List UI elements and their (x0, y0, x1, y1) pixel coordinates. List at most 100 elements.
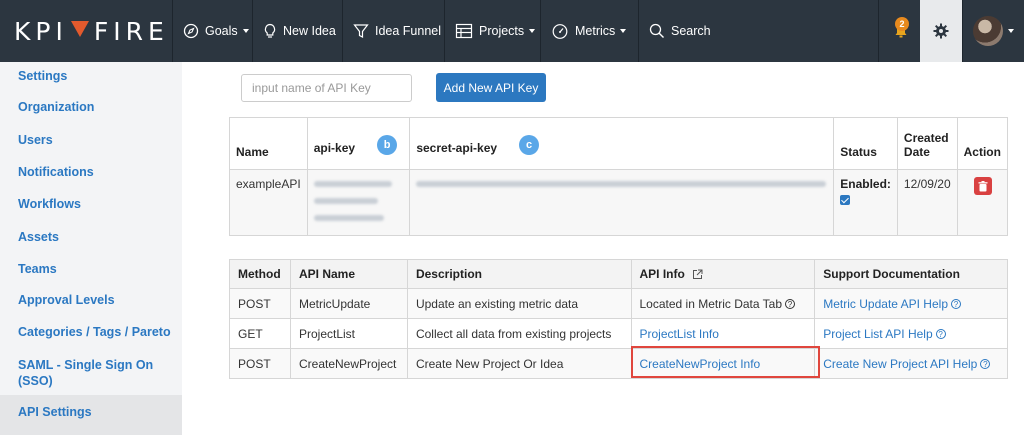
notification-count-badge: 2 (895, 17, 909, 31)
sidebar-item-api-settings[interactable]: API Settings (18, 404, 92, 420)
table-header-row: Method API Name Description API Info Sup… (229, 259, 1008, 289)
secret-key-value-blurred (409, 169, 835, 236)
nav-goals-label: Goals (205, 24, 238, 38)
method-cell: GET (229, 318, 291, 349)
api-name-cell: MetricUpdate (289, 288, 408, 319)
help-circle-icon[interactable]: ? (785, 299, 796, 310)
sidebar-item-saml-sso[interactable]: SAML - Single Sign On (SSO) (18, 357, 168, 389)
metric-update-help-link[interactable]: Metric Update API Help (823, 297, 948, 311)
search-icon (649, 23, 664, 38)
col-action: Action (956, 117, 1009, 170)
col-api-key: api-key b (306, 117, 411, 170)
project-list-help-link[interactable]: Project List API Help (823, 327, 932, 341)
description-cell: Collect all data from existing projects (406, 318, 632, 349)
table-row: POST MetricUpdate Update an existing met… (229, 288, 1008, 319)
sidebar-item-settings[interactable]: Settings (18, 68, 67, 84)
chevron-down-icon (529, 29, 536, 33)
kpifire-logo[interactable]: KPI FIRE (14, 14, 169, 48)
settings-button[interactable] (920, 0, 962, 62)
nav-goals[interactable]: Goals (172, 0, 252, 62)
nav-search-label: Search (671, 24, 711, 38)
col-api-info-label: API Info (639, 267, 685, 281)
api-name-cell: CreateNewProject (289, 348, 408, 379)
col-secret-api-key: secret-api-key c (409, 117, 835, 170)
col-api-key-label: api-key (313, 141, 356, 156)
compass-icon (183, 23, 199, 39)
description-cell: Create New Project Or Idea (406, 348, 632, 379)
created-date-cell: 12/09/20 (896, 169, 958, 236)
table-row: exampleAPI Enabled: 12/09/20 (229, 169, 1009, 236)
status-label: Enabled: (840, 177, 891, 191)
nav-metrics[interactable]: Metrics (540, 0, 638, 62)
chevron-down-icon (620, 29, 627, 33)
logo-text-left: KPI (14, 16, 68, 46)
api-key-value-blurred (306, 169, 411, 236)
create-new-project-help-link[interactable]: Create New Project API Help (823, 357, 977, 371)
delete-key-button[interactable] (973, 177, 992, 195)
api-name-cell: ProjectList (289, 318, 408, 349)
sidebar-item-categories[interactable]: Categories / Tags / Pareto (18, 324, 171, 340)
notifications-button[interactable]: 2 (878, 0, 920, 62)
avatar (973, 16, 1003, 46)
status-cell: Enabled: (833, 169, 898, 236)
api-keys-table: Name api-key b secret-api-key c Status Cre… (229, 117, 1009, 236)
logo-text-right: FIRE (93, 16, 169, 46)
gear-icon (933, 23, 949, 39)
enabled-checkbox[interactable] (840, 195, 851, 205)
sidebar-item-users[interactable]: Users (18, 132, 53, 148)
api-info-cell: ProjectList Info (630, 318, 816, 349)
sidebar-item-notifications[interactable]: Notifications (18, 164, 94, 180)
api-info-cell: Located in Metric Data Tab? (630, 288, 816, 319)
key-name-cell: exampleAPI (229, 169, 308, 236)
settings-sidebar: Settings Organization Users Notification… (0, 62, 182, 435)
logo-flame-icon (70, 21, 89, 37)
sidebar-item-teams[interactable]: Teams (18, 261, 57, 277)
docs-cell: Metric Update API Help? (814, 288, 1008, 319)
col-api-name: API Name (289, 259, 408, 289)
lightbulb-icon (264, 23, 276, 38)
nav-projects[interactable]: Projects (444, 0, 540, 62)
method-cell: POST (229, 348, 291, 379)
table-row: POST CreateNewProject Create New Project… (229, 348, 1008, 379)
user-menu[interactable] (962, 0, 1024, 62)
api-key-name-input[interactable] (241, 74, 412, 102)
highlight-box (631, 346, 820, 378)
funnel-icon (353, 24, 369, 38)
marker-b-badge: b (377, 135, 398, 155)
nav-idea-funnel[interactable]: Idea Funnel (342, 0, 444, 62)
sidebar-item-approval-levels[interactable]: Approval Levels (18, 292, 115, 308)
col-secret-label: secret-api-key (416, 141, 498, 156)
marker-c-badge: c (519, 135, 540, 155)
nav-search[interactable]: Search (638, 0, 878, 62)
projects-icon (455, 23, 473, 39)
docs-cell: Project List API Help? (814, 318, 1008, 349)
sidebar-item-organization[interactable]: Organization (18, 99, 94, 115)
trash-icon (978, 180, 988, 191)
nav-projects-label: Projects (479, 24, 525, 38)
col-support-documentation: Support Documentation (814, 259, 1008, 289)
help-circle-icon[interactable]: ? (951, 299, 961, 310)
help-circle-icon[interactable]: ? (980, 359, 991, 370)
chevron-down-icon (1008, 29, 1014, 33)
help-circle-icon[interactable]: ? (935, 329, 946, 340)
nav-new-idea[interactable]: New Idea (252, 0, 342, 62)
add-api-key-button[interactable]: Add New API Key (436, 73, 546, 102)
col-api-info: API Info (630, 259, 816, 289)
method-cell: POST (229, 288, 291, 319)
col-created-date: Created Date (896, 117, 958, 170)
projectlist-info-link[interactable]: ProjectList Info (640, 327, 719, 341)
sidebar-item-workflows[interactable]: Workflows (18, 196, 81, 212)
action-cell (956, 169, 1009, 236)
col-status: Status (833, 117, 898, 170)
docs-cell: Create New Project API Help? (814, 348, 1008, 379)
nav-metrics-label: Metrics (575, 24, 616, 38)
col-name: Name (229, 117, 308, 170)
description-cell: Update an existing metric data (406, 288, 632, 319)
api-methods-table: Method API Name Description API Info Sup… (229, 259, 1008, 379)
table-header-row: Name api-key b secret-api-key c Status Cre… (229, 117, 1009, 170)
top-navbar: KPI FIRE Goals New Idea Idea Funnel Proje… (0, 0, 1024, 62)
external-link-icon (693, 269, 703, 280)
nav-idea-funnel-label: Idea Funnel (375, 24, 442, 38)
chevron-down-icon (242, 29, 249, 33)
sidebar-item-assets[interactable]: Assets (18, 229, 59, 245)
